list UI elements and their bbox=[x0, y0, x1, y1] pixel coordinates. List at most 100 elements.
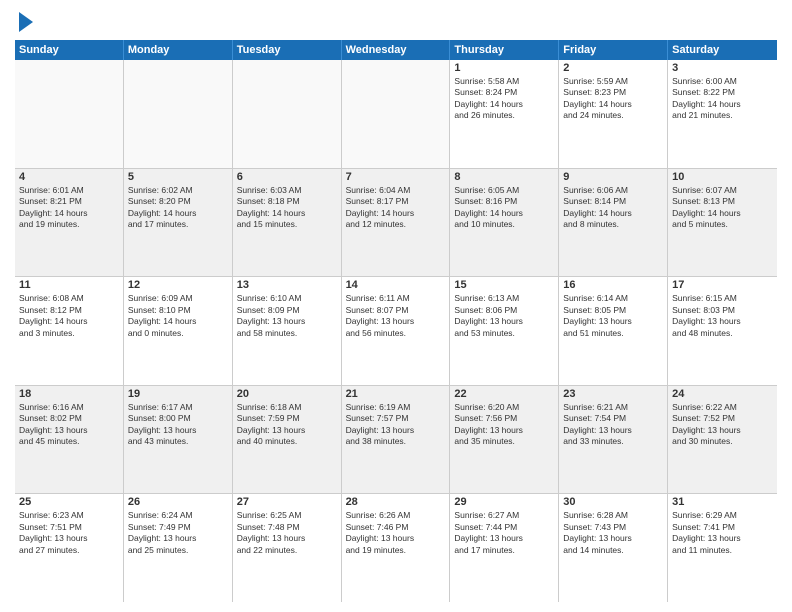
calendar-week-row: 11 Sunrise: 6:08 AM Sunset: 8:12 PM Dayli… bbox=[15, 277, 777, 386]
day-details: Sunrise: 6:18 AM Sunset: 7:59 PM Dayligh… bbox=[237, 402, 337, 448]
header bbox=[15, 10, 777, 32]
day-details: Sunrise: 6:21 AM Sunset: 7:54 PM Dayligh… bbox=[563, 402, 663, 448]
calendar-cell: 8 Sunrise: 6:05 AM Sunset: 8:16 PM Daylig… bbox=[450, 169, 559, 277]
day-details: Sunrise: 6:19 AM Sunset: 7:57 PM Dayligh… bbox=[346, 402, 446, 448]
calendar-cell: 20 Sunrise: 6:18 AM Sunset: 7:59 PM Dayli… bbox=[233, 386, 342, 494]
day-number: 21 bbox=[346, 388, 446, 400]
day-details: Sunrise: 6:23 AM Sunset: 7:51 PM Dayligh… bbox=[19, 510, 119, 556]
calendar-cell: 7 Sunrise: 6:04 AM Sunset: 8:17 PM Daylig… bbox=[342, 169, 451, 277]
day-number: 27 bbox=[237, 496, 337, 508]
day-of-week-header: Monday bbox=[124, 40, 233, 60]
calendar-cell: 3 Sunrise: 6:00 AM Sunset: 8:22 PM Daylig… bbox=[668, 60, 777, 168]
calendar-cell: 21 Sunrise: 6:19 AM Sunset: 7:57 PM Dayli… bbox=[342, 386, 451, 494]
day-number: 10 bbox=[672, 171, 773, 183]
calendar-cell: 24 Sunrise: 6:22 AM Sunset: 7:52 PM Dayli… bbox=[668, 386, 777, 494]
day-number: 2 bbox=[563, 62, 663, 74]
calendar-cell: 25 Sunrise: 6:23 AM Sunset: 7:51 PM Dayli… bbox=[15, 494, 124, 602]
calendar-cell: 29Sunrise: 6:27 AM Sunset: 7:44 PM Dayli… bbox=[450, 494, 559, 602]
day-details: Sunrise: 6:15 AM Sunset: 8:03 PM Dayligh… bbox=[672, 293, 773, 339]
day-details: Sunrise: 6:02 AM Sunset: 8:20 PM Dayligh… bbox=[128, 185, 228, 231]
day-details: Sunrise: 6:26 AM Sunset: 7:46 PM Dayligh… bbox=[346, 510, 446, 556]
day-details: Sunrise: 6:20 AM Sunset: 7:56 PM Dayligh… bbox=[454, 402, 554, 448]
day-details: Sunrise: 5:59 AM Sunset: 8:23 PM Dayligh… bbox=[563, 76, 663, 122]
calendar-cell: 28 Sunrise: 6:26 AM Sunset: 7:46 PM Dayli… bbox=[342, 494, 451, 602]
day-details: Sunrise: 6:06 AM Sunset: 8:14 PM Dayligh… bbox=[563, 185, 663, 231]
calendar-cell: 15 Sunrise: 6:13 AM Sunset: 8:06 PM Dayli… bbox=[450, 277, 559, 385]
calendar-cell: 10 Sunrise: 6:07 AM Sunset: 8:13 PM Dayli… bbox=[668, 169, 777, 277]
day-details: Sunrise: 6:14 AM Sunset: 8:05 PM Dayligh… bbox=[563, 293, 663, 339]
day-number: 16 bbox=[563, 279, 663, 291]
day-of-week-header: Thursday bbox=[450, 40, 559, 60]
day-number: 25 bbox=[19, 496, 119, 508]
calendar-header: SundayMondayTuesdayWednesdayThursdayFrid… bbox=[15, 40, 777, 60]
day-of-week-header: Saturday bbox=[668, 40, 777, 60]
calendar-cell: 9Sunrise: 6:06 AM Sunset: 8:14 PM Daylig… bbox=[559, 169, 668, 277]
calendar-cell: 12 Sunrise: 6:09 AM Sunset: 8:10 PM Dayli… bbox=[124, 277, 233, 385]
calendar-cell: 11 Sunrise: 6:08 AM Sunset: 8:12 PM Dayli… bbox=[15, 277, 124, 385]
calendar-cell: 22 Sunrise: 6:20 AM Sunset: 7:56 PM Dayli… bbox=[450, 386, 559, 494]
page: SundayMondayTuesdayWednesdayThursdayFrid… bbox=[0, 0, 792, 612]
day-of-week-header: Tuesday bbox=[233, 40, 342, 60]
calendar-week-row: 18 Sunrise: 6:16 AM Sunset: 8:02 PM Dayli… bbox=[15, 386, 777, 495]
logo bbox=[15, 10, 33, 32]
day-details: Sunrise: 6:29 AM Sunset: 7:41 PM Dayligh… bbox=[672, 510, 773, 556]
calendar-cell bbox=[342, 60, 451, 168]
day-details: Sunrise: 6:03 AM Sunset: 8:18 PM Dayligh… bbox=[237, 185, 337, 231]
day-details: Sunrise: 6:00 AM Sunset: 8:22 PM Dayligh… bbox=[672, 76, 773, 122]
day-details: Sunrise: 6:10 AM Sunset: 8:09 PM Dayligh… bbox=[237, 293, 337, 339]
day-number: 6 bbox=[237, 171, 337, 183]
day-details: Sunrise: 6:11 AM Sunset: 8:07 PM Dayligh… bbox=[346, 293, 446, 339]
calendar-cell bbox=[124, 60, 233, 168]
day-of-week-header: Sunday bbox=[15, 40, 124, 60]
calendar-cell: 30Sunrise: 6:28 AM Sunset: 7:43 PM Dayli… bbox=[559, 494, 668, 602]
day-number: 24 bbox=[672, 388, 773, 400]
day-number: 29 bbox=[454, 496, 554, 508]
day-number: 30 bbox=[563, 496, 663, 508]
day-number: 19 bbox=[128, 388, 228, 400]
day-details: Sunrise: 6:22 AM Sunset: 7:52 PM Dayligh… bbox=[672, 402, 773, 448]
day-number: 4 bbox=[19, 171, 119, 183]
day-number: 20 bbox=[237, 388, 337, 400]
day-number: 26 bbox=[128, 496, 228, 508]
day-number: 14 bbox=[346, 279, 446, 291]
day-number: 22 bbox=[454, 388, 554, 400]
day-number: 23 bbox=[563, 388, 663, 400]
day-details: Sunrise: 6:13 AM Sunset: 8:06 PM Dayligh… bbox=[454, 293, 554, 339]
day-number: 3 bbox=[672, 62, 773, 74]
day-details: Sunrise: 6:08 AM Sunset: 8:12 PM Dayligh… bbox=[19, 293, 119, 339]
day-details: Sunrise: 6:07 AM Sunset: 8:13 PM Dayligh… bbox=[672, 185, 773, 231]
day-details: Sunrise: 6:01 AM Sunset: 8:21 PM Dayligh… bbox=[19, 185, 119, 231]
calendar-cell: 27Sunrise: 6:25 AM Sunset: 7:48 PM Dayli… bbox=[233, 494, 342, 602]
calendar-cell: 14 Sunrise: 6:11 AM Sunset: 8:07 PM Dayli… bbox=[342, 277, 451, 385]
day-of-week-header: Friday bbox=[559, 40, 668, 60]
day-details: Sunrise: 6:04 AM Sunset: 8:17 PM Dayligh… bbox=[346, 185, 446, 231]
day-number: 31 bbox=[672, 496, 773, 508]
calendar-cell: 5Sunrise: 6:02 AM Sunset: 8:20 PM Daylig… bbox=[124, 169, 233, 277]
calendar-cell: 19 Sunrise: 6:17 AM Sunset: 8:00 PM Dayli… bbox=[124, 386, 233, 494]
day-details: Sunrise: 6:09 AM Sunset: 8:10 PM Dayligh… bbox=[128, 293, 228, 339]
calendar-cell: 6 Sunrise: 6:03 AM Sunset: 8:18 PM Daylig… bbox=[233, 169, 342, 277]
logo-arrow-icon bbox=[19, 12, 33, 32]
calendar-cell bbox=[233, 60, 342, 168]
day-number: 18 bbox=[19, 388, 119, 400]
calendar-week-row: 4 Sunrise: 6:01 AM Sunset: 8:21 PM Daylig… bbox=[15, 169, 777, 278]
day-number: 28 bbox=[346, 496, 446, 508]
day-details: Sunrise: 6:05 AM Sunset: 8:16 PM Dayligh… bbox=[454, 185, 554, 231]
day-number: 7 bbox=[346, 171, 446, 183]
day-details: Sunrise: 6:24 AM Sunset: 7:49 PM Dayligh… bbox=[128, 510, 228, 556]
day-number: 12 bbox=[128, 279, 228, 291]
calendar-cell: 23 Sunrise: 6:21 AM Sunset: 7:54 PM Dayli… bbox=[559, 386, 668, 494]
day-number: 15 bbox=[454, 279, 554, 291]
day-details: Sunrise: 6:17 AM Sunset: 8:00 PM Dayligh… bbox=[128, 402, 228, 448]
day-of-week-header: Wednesday bbox=[342, 40, 451, 60]
day-number: 17 bbox=[672, 279, 773, 291]
calendar-cell: 16 Sunrise: 6:14 AM Sunset: 8:05 PM Dayli… bbox=[559, 277, 668, 385]
day-number: 8 bbox=[454, 171, 554, 183]
day-number: 13 bbox=[237, 279, 337, 291]
calendar-cell: 18 Sunrise: 6:16 AM Sunset: 8:02 PM Dayli… bbox=[15, 386, 124, 494]
calendar-cell: 4 Sunrise: 6:01 AM Sunset: 8:21 PM Daylig… bbox=[15, 169, 124, 277]
day-number: 11 bbox=[19, 279, 119, 291]
day-details: Sunrise: 6:16 AM Sunset: 8:02 PM Dayligh… bbox=[19, 402, 119, 448]
day-number: 1 bbox=[454, 62, 554, 74]
calendar: SundayMondayTuesdayWednesdayThursdayFrid… bbox=[15, 40, 777, 602]
